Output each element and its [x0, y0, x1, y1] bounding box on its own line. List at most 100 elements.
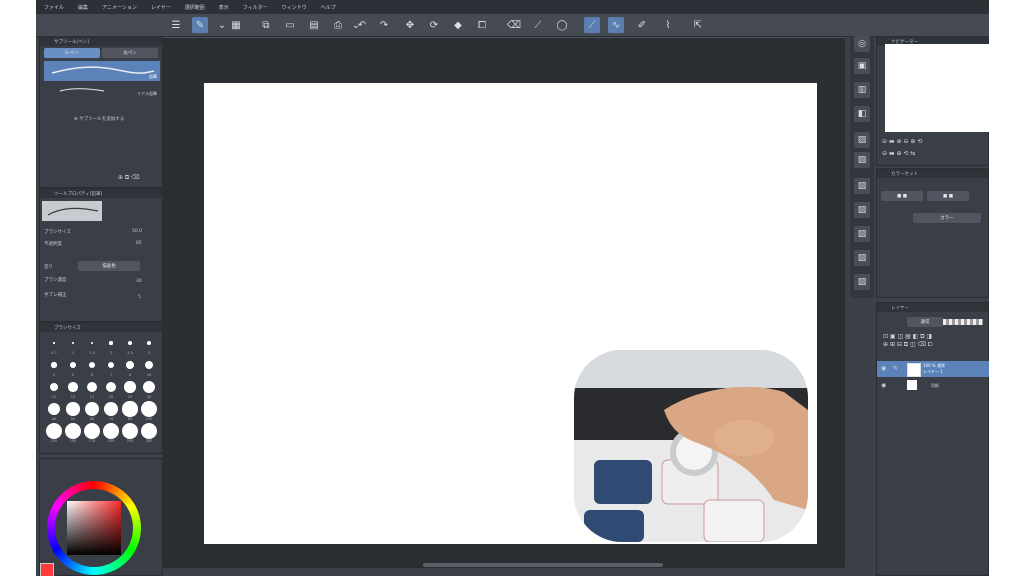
blend-mode-dropdown[interactable]: 通常 [907, 317, 943, 327]
material-icon-2[interactable]: ▨ [854, 152, 870, 168]
pen-icon[interactable]: ✎ [192, 17, 208, 33]
brush-size-dot[interactable] [66, 402, 80, 416]
brush-size-dot[interactable] [103, 423, 119, 439]
color-tab-1[interactable]: ■ ■ [881, 191, 923, 201]
subtool-footer-icons[interactable]: ⊕ ⧉ ⌫ [118, 174, 140, 182]
brush-size-dot[interactable] [86, 381, 98, 393]
menu-view[interactable]: 表示 [219, 4, 229, 11]
transform-icon[interactable]: ✥ [402, 17, 418, 33]
brush-size-dot[interactable] [107, 361, 115, 369]
navigator-preview[interactable] [885, 44, 989, 132]
eraser-icon[interactable]: ⌫ [506, 17, 522, 33]
sub-view-icon[interactable]: ▣ [854, 58, 870, 74]
undo-arrow-icon[interactable]: ↶ [354, 17, 370, 33]
menu-filter[interactable]: フィルター [243, 4, 268, 11]
rotate-controls[interactable]: ⊖ ▬ ⊕ ⟲ ⇆ [882, 150, 915, 157]
layer-tool-icons[interactable]: ⊡ ▣ ◫ ▤ ◧ ⧉ ◨ ⊕ ⊞ ⊟ ⧉ ◫ ⌫ ⧠ [883, 333, 987, 357]
material-icon-3[interactable]: ▨ [854, 178, 870, 194]
brush-size-dot[interactable] [146, 340, 152, 346]
eyedropper-icon[interactable]: ⌇ [660, 17, 676, 33]
zoom-controls[interactable]: ⊖ ▬ ⊕ ⊖ ⊕ ⟲ [882, 138, 922, 145]
open-folder-icon[interactable]: ▭ [282, 17, 298, 33]
color-tab-2[interactable]: ■ ■ [927, 191, 969, 201]
edit-pen-icon[interactable]: ✐ [634, 17, 650, 33]
save-icon[interactable]: ▤ [306, 17, 322, 33]
menu-selection[interactable]: 選択範囲 [185, 4, 205, 11]
brush-size-dot[interactable] [68, 382, 78, 392]
brush-size-dot[interactable] [142, 380, 156, 394]
layer-row-selected[interactable]: ◉ ✎ 100 % 通常 レイヤー 1 [877, 361, 989, 377]
brush-size-dot[interactable] [103, 401, 119, 417]
menu-help[interactable]: ヘルプ [321, 4, 336, 11]
redo-arrow-icon[interactable]: ↷ [376, 17, 392, 33]
print-icon[interactable]: ⎙ [330, 17, 346, 33]
add-subtool-button[interactable]: ⊕ サブツールを追加する [74, 116, 124, 122]
brush-size-dot[interactable] [126, 361, 134, 369]
info-icon[interactable]: ▥ [854, 82, 870, 98]
menu-animation[interactable]: アニメーション [102, 4, 137, 11]
density-value[interactable]: 30 [136, 279, 142, 284]
subtool-tab-maru[interactable]: 丸ペン [102, 48, 158, 58]
brush-size-dot[interactable] [109, 341, 113, 345]
saturation-square[interactable] [67, 501, 121, 555]
brush-size-dot[interactable] [70, 362, 76, 368]
menu-file[interactable]: ファイル [44, 4, 64, 11]
brush-size-dot[interactable] [85, 402, 99, 416]
brush-size-dot[interactable] [124, 381, 136, 393]
export-icon[interactable]: ⇱ [690, 17, 706, 33]
material-icon-6[interactable]: ▨ [854, 250, 870, 266]
opacity-value[interactable]: 85 [136, 241, 142, 246]
brush-size-dot[interactable] [122, 423, 138, 439]
brush-size-dot[interactable] [53, 342, 55, 344]
subtool-item-selected[interactable]: 鉛筆 [44, 61, 160, 81]
color-wheel[interactable] [47, 481, 155, 575]
menu-icon[interactable]: ☰ [168, 17, 184, 33]
brush-size-dot[interactable] [141, 423, 157, 439]
brush-size-dot[interactable] [84, 423, 100, 439]
stabilize-value[interactable]: 5 [138, 295, 141, 300]
brush-size-dot[interactable] [72, 342, 74, 344]
circle-icon[interactable]: ◯ [554, 17, 570, 33]
eye-icon[interactable]: ◉ [881, 365, 886, 372]
brush-size-value[interactable]: 50.0 [132, 229, 142, 234]
brush-size-dot[interactable] [51, 362, 57, 368]
crop-icon[interactable]: ⧠ [474, 17, 490, 33]
history-icon[interactable]: ◧ [854, 106, 870, 122]
menu-layer[interactable]: レイヤー [151, 4, 171, 11]
grid-icon[interactable]: ▦ [228, 17, 244, 33]
paste-icon[interactable]: ⧉ [258, 17, 274, 33]
navigator-icon[interactable]: ◎ [854, 36, 870, 52]
brush-size-dot[interactable] [90, 341, 94, 345]
brush-size-dot[interactable] [128, 341, 132, 345]
brush-size-dot[interactable] [141, 401, 157, 417]
eye-icon[interactable]: ◉ [881, 382, 886, 389]
brush-size-dot[interactable] [47, 402, 61, 416]
brush-size-dot[interactable] [105, 381, 117, 393]
palette-dropdown[interactable]: カラー [913, 213, 981, 223]
subtool-tab-gpen[interactable]: G-ペン [44, 48, 100, 58]
layer-row[interactable]: ◉ 用紙 [877, 379, 989, 393]
ruler-icon[interactable]: ⟋ [530, 17, 546, 33]
subtool-item[interactable]: リアル鉛筆 [44, 83, 160, 99]
material-icon-7[interactable]: ▨ [854, 274, 870, 290]
brush-size-dot[interactable] [49, 382, 59, 392]
horizontal-scrollbar[interactable] [163, 562, 845, 568]
opacity-slider[interactable] [943, 319, 983, 325]
brush-size-dot[interactable] [88, 361, 96, 369]
fill-icon[interactable]: ◆ [450, 17, 466, 33]
main-color-swatch[interactable] [40, 563, 54, 576]
navigator-controls[interactable]: ⊖ ▬ ⊕ ⊖ ⊕ ⟲ ⊖ ▬ ⊕ ⟲ ⇆ [876, 134, 989, 162]
menu-edit[interactable]: 編集 [78, 4, 88, 11]
brush-size-dot[interactable] [65, 423, 81, 439]
brush-size-dot[interactable] [122, 401, 138, 417]
smooth-curve-icon[interactable]: ∿ [608, 17, 624, 33]
scrollbar-thumb[interactable] [423, 563, 663, 567]
material-icon[interactable]: ▨ [854, 132, 870, 148]
material-icon-5[interactable]: ▨ [854, 226, 870, 242]
mode-dropdown[interactable]: 描画色 [78, 261, 140, 271]
brush-size-dot[interactable] [144, 360, 154, 370]
menu-window[interactable]: ウィンドウ [282, 4, 307, 11]
rotate-icon[interactable]: ⟳ [426, 17, 442, 33]
brush-size-dot[interactable] [46, 423, 62, 439]
material-icon-4[interactable]: ▨ [854, 202, 870, 218]
